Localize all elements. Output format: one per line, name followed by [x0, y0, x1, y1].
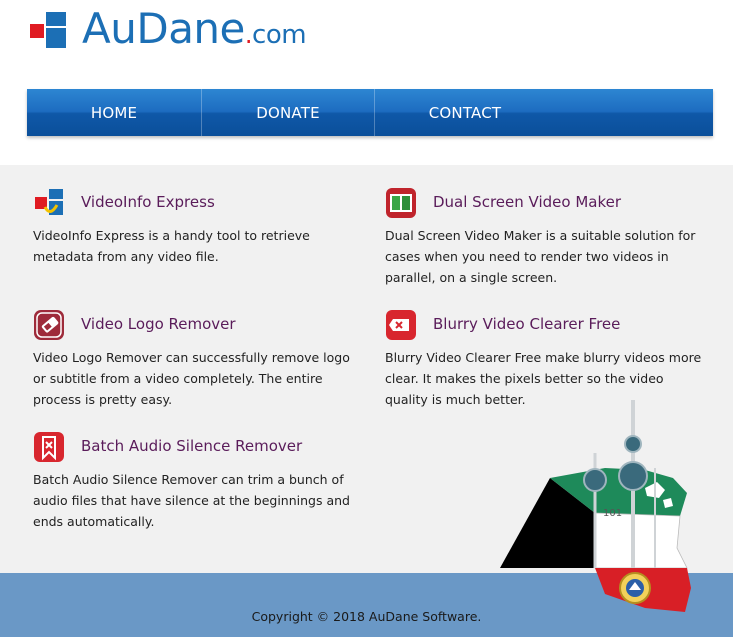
brand-name: AuDane [82, 4, 245, 53]
product-description: Video Logo Remover can successfully remo… [33, 350, 350, 407]
site-header: AuDane.com [0, 0, 733, 90]
product-description: Dual Screen Video Maker is a suitable so… [385, 228, 696, 285]
main-nav: HOME DONATE CONTACT [27, 89, 713, 136]
nav-donate[interactable]: DONATE [202, 89, 375, 136]
map-label: 101 [603, 508, 622, 519]
product-title[interactable]: Blurry Video Clearer Free [433, 315, 620, 333]
product-description: VideoInfo Express is a handy tool to ret… [33, 228, 310, 264]
product-title[interactable]: Dual Screen Video Maker [433, 193, 621, 211]
audio-silence-icon[interactable] [33, 431, 65, 463]
product-title[interactable]: VideoInfo Express [81, 193, 215, 211]
dual-screen-icon[interactable] [385, 187, 417, 219]
product-title[interactable]: Batch Audio Silence Remover [81, 437, 302, 455]
blurry-clearer-icon[interactable] [385, 309, 417, 341]
product-title[interactable]: Video Logo Remover [81, 315, 236, 333]
nav-contact[interactable]: CONTACT [375, 89, 555, 136]
nav-home[interactable]: HOME [27, 89, 202, 136]
brand-tld: com [252, 20, 307, 50]
kuwait-map-illustration: 101 [500, 400, 691, 612]
product-description: Batch Audio Silence Remover can trim a b… [33, 472, 350, 529]
logo-remover-icon[interactable] [33, 309, 65, 341]
brand-dot: . [244, 21, 253, 49]
site-logo-text[interactable]: AuDane.com [82, 4, 307, 53]
videoinfo-icon[interactable] [33, 187, 65, 219]
audane-logo-icon[interactable] [30, 12, 70, 48]
